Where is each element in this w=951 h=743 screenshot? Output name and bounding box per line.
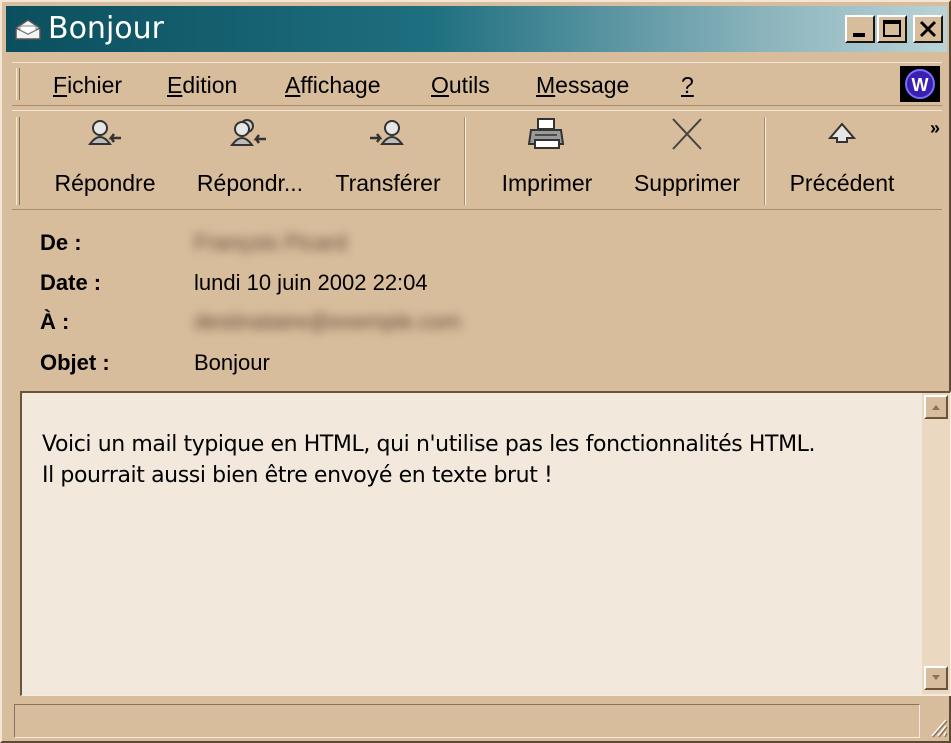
reply-all-button[interactable]: Répondr... bbox=[182, 110, 318, 210]
delete-icon bbox=[672, 118, 702, 150]
maximize-button[interactable] bbox=[877, 15, 907, 43]
toolbar-overflow-chevron[interactable]: » bbox=[930, 118, 940, 139]
minimize-icon bbox=[853, 33, 865, 37]
from-value: François Picard bbox=[194, 230, 347, 255]
menu-outils[interactable]: Outils bbox=[431, 72, 490, 98]
arrow-up-icon bbox=[932, 405, 940, 410]
printer-icon bbox=[527, 118, 565, 149]
reply-label: Répondre bbox=[54, 170, 156, 196]
scroll-down-button[interactable] bbox=[924, 666, 948, 690]
subject-label: Objet : bbox=[40, 350, 110, 375]
resize-grip-icon[interactable] bbox=[926, 714, 948, 738]
close-icon bbox=[919, 20, 937, 38]
message-text: Voici un mail typique en HTML, qui n'uti… bbox=[42, 429, 816, 491]
minimize-button[interactable] bbox=[845, 15, 875, 43]
menu-fichier[interactable]: Fichier bbox=[53, 72, 122, 98]
envelope-icon bbox=[15, 19, 41, 40]
reply-icon bbox=[88, 120, 121, 145]
menu-edition[interactable]: Edition bbox=[167, 72, 237, 98]
svg-text:W: W bbox=[912, 75, 929, 95]
subject-value: Bonjour bbox=[194, 350, 270, 375]
delete-label: Supprimer bbox=[633, 170, 741, 196]
previous-icon bbox=[827, 122, 857, 143]
toolbar-separator bbox=[764, 117, 766, 205]
reply-button[interactable]: Répondre bbox=[42, 110, 168, 210]
print-button[interactable]: Imprimer bbox=[487, 110, 607, 210]
forward-icon bbox=[370, 120, 404, 145]
date-value: lundi 10 juin 2002 22:04 bbox=[194, 270, 428, 295]
from-label: De : bbox=[40, 230, 82, 255]
menu-message[interactable]: Message bbox=[536, 72, 629, 98]
delete-button[interactable]: Supprimer bbox=[617, 110, 757, 210]
menu-help[interactable]: ? bbox=[681, 72, 694, 98]
scroll-up-button[interactable] bbox=[924, 395, 948, 419]
print-label: Imprimer bbox=[501, 170, 593, 196]
menu-affichage[interactable]: Affichage bbox=[285, 72, 380, 98]
mail-window: Bonjour Fichier Edition Affichage Outils… bbox=[0, 0, 951, 743]
forward-button[interactable]: Transférer bbox=[322, 110, 454, 210]
to-label: À : bbox=[40, 309, 70, 334]
to-value: destinataire@exemple.com bbox=[194, 309, 461, 334]
forward-label: Transférer bbox=[335, 170, 441, 196]
message-line: Voici un mail typique en HTML, qui n'uti… bbox=[42, 432, 816, 457]
status-bar bbox=[14, 704, 920, 738]
date-label: Date : bbox=[40, 270, 102, 295]
maximize-icon bbox=[883, 20, 901, 37]
message-body[interactable]: Voici un mail typique en HTML, qui n'uti… bbox=[20, 391, 951, 696]
arrow-down-icon bbox=[932, 675, 940, 680]
previous-label: Précédent bbox=[789, 170, 895, 196]
reply-all-icon bbox=[230, 119, 266, 146]
reply-all-label: Répondr... bbox=[196, 170, 304, 196]
toolbar-separator bbox=[464, 117, 466, 205]
close-button[interactable] bbox=[913, 15, 943, 43]
menu-bar-grip[interactable] bbox=[16, 68, 20, 100]
window-title: Bonjour bbox=[48, 11, 164, 46]
previous-button[interactable]: Précédent bbox=[772, 110, 912, 210]
title-bar[interactable]: Bonjour bbox=[6, 6, 947, 52]
w-logo-icon: W bbox=[900, 66, 940, 102]
message-line: Il pourrait aussi bien être envoyé en te… bbox=[42, 463, 553, 488]
vertical-scrollbar[interactable] bbox=[922, 393, 950, 694]
toolbar-grip[interactable] bbox=[16, 117, 20, 205]
